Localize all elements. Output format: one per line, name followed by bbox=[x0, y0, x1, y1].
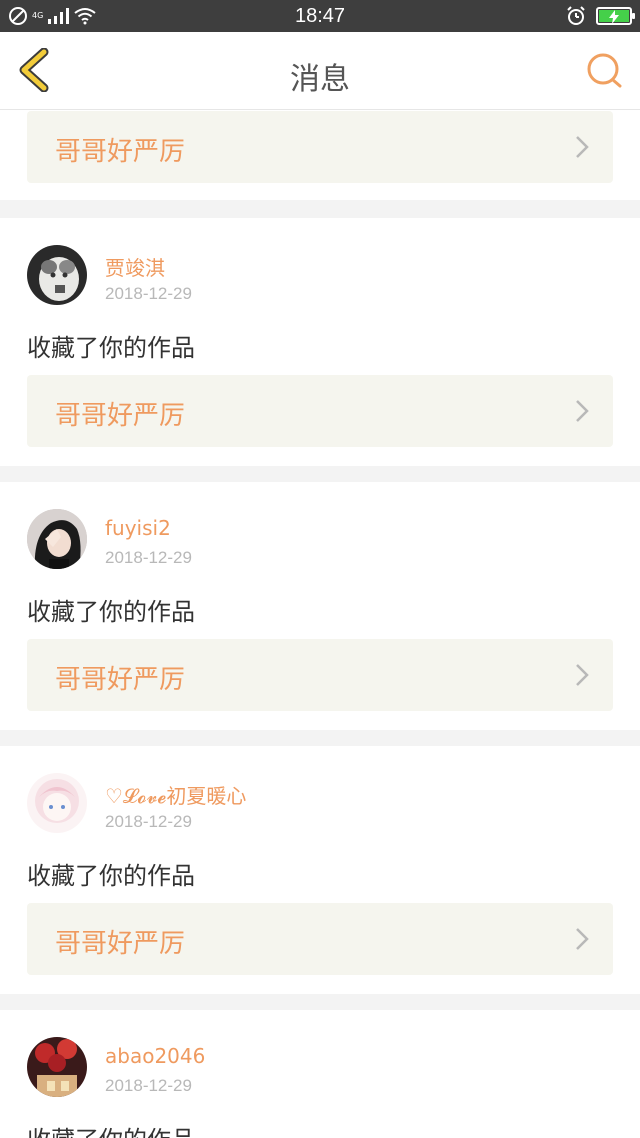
message-text: 收藏了你的作品 bbox=[27, 598, 195, 626]
search-icon bbox=[587, 53, 622, 88]
status-right-icons bbox=[566, 6, 635, 26]
work-link[interactable]: 哥哥好严厉 bbox=[27, 111, 613, 183]
user-name[interactable]: ♡𝓛𝓸𝓿𝓮初夏暖心 bbox=[105, 780, 246, 809]
message-date: 2018-12-29 bbox=[105, 1076, 192, 1095]
work-link[interactable]: 哥哥好严厉 bbox=[27, 375, 613, 447]
battery-charging-icon bbox=[596, 7, 635, 25]
message-card: abao2046 2018-12-29 收藏了你的作品 bbox=[0, 1010, 640, 1138]
work-title: 哥哥好严厉 bbox=[55, 401, 186, 431]
avatar[interactable] bbox=[27, 1037, 87, 1097]
search-button[interactable] bbox=[586, 52, 624, 90]
page-title: 消息 bbox=[290, 62, 350, 97]
avatar[interactable] bbox=[27, 245, 87, 305]
chevron-right-icon bbox=[576, 664, 589, 686]
work-title: 哥哥好严厉 bbox=[55, 137, 186, 167]
message-date: 2018-12-29 bbox=[105, 812, 192, 831]
message-text: 收藏了你的作品 bbox=[27, 1120, 195, 1138]
chevron-right-icon bbox=[576, 928, 589, 950]
message-card: fuyisi2 2018-12-29 收藏了你的作品 哥哥好严厉 bbox=[0, 482, 640, 730]
message-card: 哥哥好严厉 bbox=[0, 110, 640, 200]
charging-bolt-icon bbox=[609, 10, 619, 24]
work-link[interactable]: 哥哥好严厉 bbox=[27, 639, 613, 711]
work-title: 哥哥好严厉 bbox=[55, 665, 186, 695]
message-date: 2018-12-29 bbox=[105, 548, 192, 567]
message-text: 收藏了你的作品 bbox=[27, 862, 195, 890]
avatar[interactable] bbox=[27, 509, 87, 569]
status-bar: 4G 18:47 bbox=[0, 0, 640, 32]
avatar[interactable] bbox=[27, 773, 87, 833]
user-name[interactable]: fuyisi2 bbox=[105, 516, 171, 540]
message-list[interactable]: 哥哥好严厉 贾竣淇 2018-12-29 收藏了你的作品 哥哥好严厉 fuyis… bbox=[0, 110, 640, 1138]
chevron-right-icon bbox=[576, 136, 589, 158]
message-card: ♡𝓛𝓸𝓿𝓮初夏暖心 2018-12-29 收藏了你的作品 哥哥好严厉 bbox=[0, 746, 640, 994]
message-date: 2018-12-29 bbox=[105, 284, 192, 303]
work-link[interactable]: 哥哥好严厉 bbox=[27, 903, 613, 975]
nav-bar: 消息 bbox=[0, 32, 640, 110]
work-title: 哥哥好严厉 bbox=[55, 929, 186, 959]
message-card: 贾竣淇 2018-12-29 收藏了你的作品 哥哥好严厉 bbox=[0, 218, 640, 466]
chevron-right-icon bbox=[576, 400, 589, 422]
message-text: 收藏了你的作品 bbox=[27, 334, 195, 362]
user-name[interactable]: 贾竣淇 bbox=[105, 252, 165, 281]
user-name[interactable]: abao2046 bbox=[105, 1044, 205, 1068]
status-time: 18:47 bbox=[294, 5, 346, 27]
alarm-icon bbox=[567, 6, 585, 25]
